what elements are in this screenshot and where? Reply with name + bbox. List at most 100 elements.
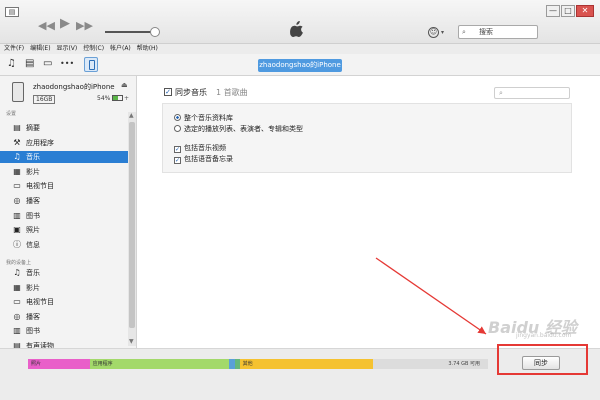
capacity-segment: 其他: [239, 359, 373, 369]
sidebar-settings-item-icon: ⓘ: [13, 239, 21, 249]
maximize-button[interactable]: □: [561, 5, 575, 17]
capacity-segment: [234, 359, 240, 369]
sidebar-settings-item-label: 信息: [26, 240, 40, 249]
sidebar-ondevice-item[interactable]: ▦ 影片: [0, 282, 128, 294]
menu-file[interactable]: 文件(F): [4, 44, 24, 54]
sidebar-settings-item-label: 播客: [26, 197, 40, 205]
iphone-device-icon[interactable]: [84, 57, 98, 72]
account-icon[interactable]: ☺: [428, 27, 439, 38]
sync-option-checkbox[interactable]: ✓ 包括语音备忘录: [174, 155, 233, 164]
music-icon[interactable]: ♫: [7, 58, 16, 70]
sidebar-settings-item-label: 影片: [26, 167, 40, 176]
player-bar: ▤ ◀◀ ▶ ▶▶ ☺ ▾ 搜索 ⌕ — □ ✕: [0, 0, 600, 44]
sidebar-ondevice-item-icon: ♫: [13, 268, 21, 277]
music-sync-pane: ✓ 同步音乐 1 首歌曲 ⌕ 整个音乐资料库选定的播放列表、表演者、专辑和类型 ✓…: [138, 76, 600, 348]
settings-header: 设置: [6, 111, 17, 117]
sidebar-ondevice-item-icon: ▥: [13, 326, 21, 336]
sidebar-settings-item[interactable]: ▦ 影片: [0, 166, 128, 178]
filter-search-input[interactable]: ⌕: [494, 87, 570, 99]
tv-icon[interactable]: ▭: [43, 58, 52, 70]
capacity-segment: 照片: [28, 359, 90, 369]
sidebar-settings-item-icon: ▤: [13, 123, 21, 132]
menu-edit[interactable]: 编辑(E): [30, 44, 50, 54]
sidebar-settings-item-icon: ▣: [13, 225, 21, 235]
menu-help[interactable]: 帮助(H): [137, 44, 158, 54]
sidebar-ondevice-item-label: 电视节目: [26, 298, 54, 307]
eject-icon[interactable]: ⏏: [121, 81, 128, 89]
play-icon[interactable]: ▶: [60, 17, 70, 30]
sidebar-settings-item-label: 应用程序: [26, 138, 54, 147]
chevron-down-icon[interactable]: ▾: [441, 29, 444, 36]
capacity-segment: [229, 359, 235, 369]
sidebar-scroll-thumb[interactable]: [129, 122, 135, 328]
more-icon[interactable]: •••: [60, 58, 74, 70]
menu-view[interactable]: 显示(V): [56, 44, 77, 54]
sync-music-title: 同步音乐: [175, 88, 207, 97]
sidebar-settings-item-icon: ◎: [13, 196, 21, 205]
sidebar-ondevice-item-icon: ◎: [13, 311, 21, 321]
sidebar-settings-item-icon: ⚒: [13, 137, 21, 147]
sidebar-ondevice-item[interactable]: ◎ 播客: [0, 311, 128, 323]
sidebar-settings-item[interactable]: ▤ 摘要: [0, 122, 128, 134]
minimize-button[interactable]: —: [546, 5, 560, 17]
device-name-tab[interactable]: zhaodongshao的iPhone: [258, 59, 342, 72]
sync-option-label: 选定的播放列表、表演者、专辑和类型: [184, 125, 303, 133]
sync-options-panel: 整个音乐资料库 选定的播放列表、表演者、专辑和类型 ✓ 包括音乐视频 ✓ 包括语音备忘录: [162, 103, 572, 173]
sidebar-settings-item-icon: ▭: [13, 181, 21, 191]
app-menu-button[interactable]: ▤: [5, 7, 19, 17]
sync-option-label: 包括语音备忘录: [184, 155, 233, 163]
sidebar-settings-item[interactable]: ◎ 播客: [0, 195, 128, 207]
sidebar-settings-item[interactable]: ♫ 音乐: [0, 151, 128, 164]
sync-music-checkbox[interactable]: ✓: [164, 88, 172, 96]
free-space-label: 3.74 GB 可用: [448, 361, 480, 367]
sidebar-ondevice-item[interactable]: ▭ 电视节目: [0, 296, 128, 308]
sync-option-label: 包括音乐视频: [184, 144, 226, 152]
apple-logo-icon: [290, 21, 303, 37]
device-name: zhaodongshao的iPhone: [33, 83, 115, 91]
sidebar-settings-item[interactable]: ⓘ 信息: [0, 239, 128, 251]
sync-option-checkbox[interactable]: ✓ 包括音乐视频: [174, 144, 226, 153]
checkbox[interactable]: ✓: [174, 157, 181, 164]
sidebar-settings-item[interactable]: ▭ 电视节目: [0, 180, 128, 192]
sidebar-ondevice-item-label: 影片: [26, 283, 40, 292]
battery-level: [113, 96, 118, 100]
sidebar-settings-item[interactable]: ▥ 图书: [0, 210, 128, 222]
iphone-thumbnail-icon: [12, 82, 24, 102]
device-capacity: 16GB: [33, 95, 56, 104]
sync-option-label: 整个音乐资料库: [184, 114, 233, 122]
fast-forward-icon[interactable]: ▶▶: [76, 20, 93, 32]
rewind-icon[interactable]: ◀◀: [38, 20, 55, 32]
sidebar-settings-item-icon: ▦: [13, 166, 21, 176]
sidebar-settings-item-icon: ♫: [13, 152, 21, 162]
song-count: 1 首歌曲: [216, 88, 248, 97]
sidebar-ondevice-item[interactable]: ♫ 音乐: [0, 267, 128, 279]
sidebar-settings-item[interactable]: ▣ 照片: [0, 224, 128, 236]
volume-slider[interactable]: [105, 31, 155, 33]
sidebar-settings-item[interactable]: ⚒ 应用程序: [0, 137, 128, 149]
volume-knob[interactable]: [150, 27, 160, 37]
battery-icon: [112, 95, 123, 101]
sidebar-settings-item-label: 电视节目: [26, 182, 54, 191]
sidebar-ondevice-item-icon: ▦: [13, 282, 21, 292]
menu-controls[interactable]: 控制(C): [83, 44, 104, 54]
checkbox[interactable]: ✓: [174, 146, 181, 153]
menu-account[interactable]: 帐户(A): [110, 44, 131, 54]
movies-icon[interactable]: ▤: [25, 58, 34, 70]
scroll-up-arrow[interactable]: ▲: [129, 112, 134, 119]
on-device-header: 我的设备上: [6, 260, 32, 266]
charging-icon: +: [124, 95, 130, 102]
sync-option-radio[interactable]: 整个音乐资料库: [174, 114, 233, 123]
radio-button[interactable]: [174, 125, 181, 132]
sidebar-settings-item-label: 音乐: [26, 153, 40, 162]
sidebar-settings-item-label: 图书: [26, 211, 40, 220]
search-input[interactable]: 搜索: [458, 25, 538, 39]
annotation-highlight-box: [497, 344, 588, 375]
close-button[interactable]: ✕: [576, 5, 594, 17]
radio-button[interactable]: [174, 114, 181, 121]
sidebar-settings-item-label: 照片: [26, 226, 40, 235]
sidebar-ondevice-item[interactable]: ▥ 图书: [0, 325, 128, 337]
sync-option-radio[interactable]: 选定的播放列表、表演者、专辑和类型: [174, 125, 303, 134]
scroll-down-arrow[interactable]: ▼: [129, 338, 134, 345]
media-toolbar: ♫ ▤ ▭ ••• zhaodongshao的iPhone: [0, 54, 600, 76]
sidebar-ondevice-item-label: 图书: [26, 327, 40, 336]
